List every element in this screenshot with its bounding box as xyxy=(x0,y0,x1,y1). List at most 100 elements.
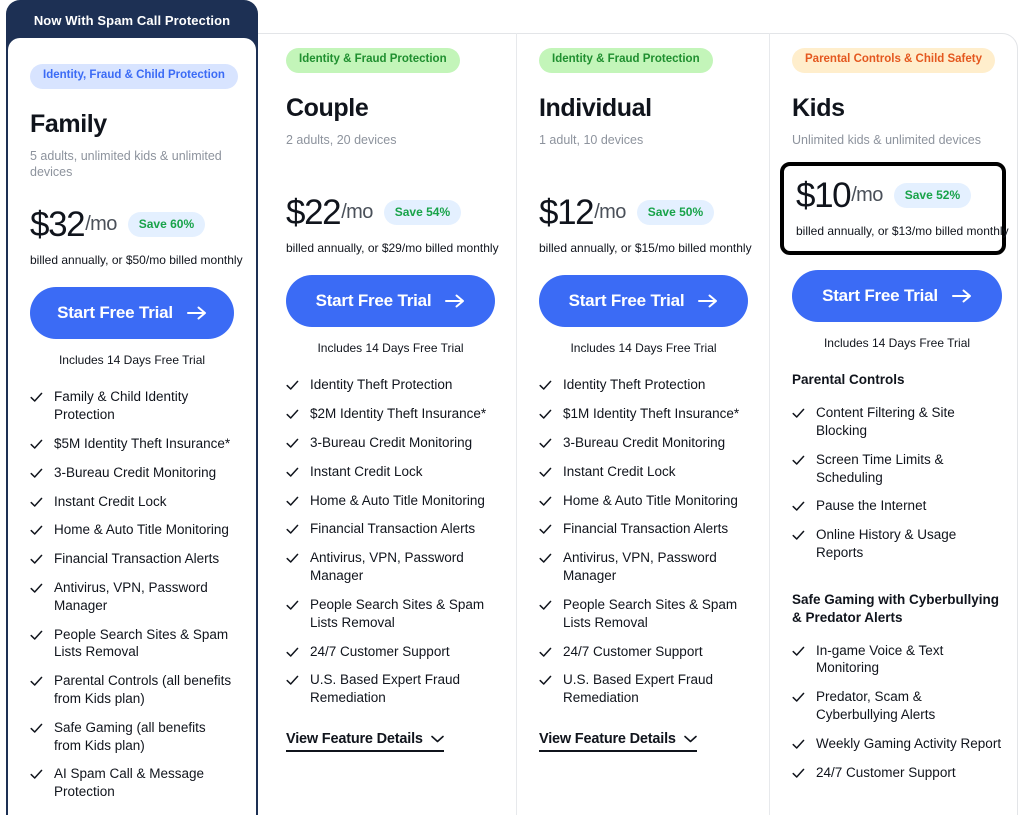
plan-name-couple: Couple xyxy=(286,93,369,122)
feature-item: Weekly Gaming Activity Report xyxy=(792,735,1002,753)
check-icon xyxy=(286,674,299,687)
check-icon xyxy=(286,408,299,421)
feature-label: 24/7 Customer Support xyxy=(816,764,956,780)
feature-label: People Search Sites & Spam Lists Removal xyxy=(54,626,229,660)
view-feature-details-couple[interactable]: View Feature Details xyxy=(286,731,444,752)
feature-label: Weekly Gaming Activity Report xyxy=(816,735,1002,751)
view-feature-details-individual[interactable]: View Feature Details xyxy=(539,731,697,752)
check-icon xyxy=(30,582,43,595)
feature-label: Financial Transaction Alerts xyxy=(563,521,729,537)
feature-label: People Search Sites & Spam Lists Removal xyxy=(563,596,738,630)
plan-column-family: Now With Spam Call Protection Identity, … xyxy=(0,0,264,815)
feature-section-heading: Parental Controls xyxy=(792,372,905,388)
feature-item: Financial Transaction Alerts xyxy=(30,550,234,568)
feature-label: $5M Identity Theft Insurance* xyxy=(54,435,231,451)
check-icon xyxy=(792,738,805,751)
feature-item: Safe Gaming (all benefits from Kids plan… xyxy=(30,719,234,755)
check-icon xyxy=(30,768,43,781)
feature-item: People Search Sites & Spam Lists Removal xyxy=(286,596,495,632)
check-icon xyxy=(539,599,552,612)
start-free-trial-button-family[interactable]: Start Free Trial xyxy=(30,287,234,340)
check-icon xyxy=(30,629,43,642)
check-icon xyxy=(792,529,805,542)
check-icon xyxy=(539,552,552,565)
plan-subtitle-couple: 2 adults, 20 devices xyxy=(286,132,397,147)
arrow-right-icon xyxy=(445,294,465,308)
billed-note-kids: billed annually, or $13/mo billed monthl… xyxy=(796,224,1009,239)
feature-item: 3-Bureau Credit Monitoring xyxy=(286,434,495,452)
feature-item: 3-Bureau Credit Monitoring xyxy=(30,464,234,482)
feature-label: Antivirus, VPN, Password Manager xyxy=(310,550,464,584)
plan-columns: Now With Spam Call Protection Identity, … xyxy=(0,0,1024,815)
feature-item: People Search Sites & Spam Lists Removal xyxy=(539,596,748,632)
feature-label: Antivirus, VPN, Password Manager xyxy=(563,550,717,584)
save-badge-kids: Save 52% xyxy=(893,183,972,209)
plan-name-kids: Kids xyxy=(792,93,845,122)
feature-label: Antivirus, VPN, Password Manager xyxy=(54,579,208,613)
price-block-kids[interactable]: $10 /mo Save 52% billed annually, or $13… xyxy=(780,162,1009,256)
check-icon xyxy=(30,524,43,537)
feature-label: Financial Transaction Alerts xyxy=(310,521,476,537)
feature-label: Safe Gaming (all benefits from Kids plan… xyxy=(54,719,206,753)
feature-label: $1M Identity Theft Insurance* xyxy=(563,406,740,422)
feature-item: 3-Bureau Credit Monitoring xyxy=(539,434,748,452)
cta-label: Start Free Trial xyxy=(57,303,173,323)
plan-column-individual: Identity & Fraud Protection Individual 1… xyxy=(517,0,770,815)
plan-subtitle-individual: 1 adult, 10 devices xyxy=(539,132,644,147)
plan-card-family[interactable]: Now With Spam Call Protection Identity, … xyxy=(6,0,258,815)
feature-label: Content Filtering & Site Blocking xyxy=(816,405,955,438)
check-icon xyxy=(286,646,299,659)
check-icon xyxy=(30,467,43,480)
start-free-trial-button-couple[interactable]: Start Free Trial xyxy=(286,275,495,328)
feature-item: Pause the Internet xyxy=(792,497,1002,515)
check-icon xyxy=(539,466,552,479)
price-amount-individual: $12 xyxy=(539,193,595,233)
plan-subtitle-family: 5 adults, unlimited kids & unlimited dev… xyxy=(30,148,222,180)
check-icon xyxy=(286,379,299,392)
plan-name-family: Family xyxy=(30,109,107,138)
feature-label: Pause the Internet xyxy=(816,498,927,514)
trial-note-family: Includes 14 Days Free Trial xyxy=(58,353,206,368)
check-icon xyxy=(286,466,299,479)
feature-label: In-game Voice & Text Monitoring xyxy=(816,642,944,676)
save-badge-family: Save 60% xyxy=(127,212,206,238)
check-icon xyxy=(539,674,552,687)
feature-label: Financial Transaction Alerts xyxy=(54,551,220,567)
feature-item: Parental Controls (all benefits from Kid… xyxy=(30,672,234,708)
feature-item: $5M Identity Theft Insurance* xyxy=(30,435,234,453)
feature-item: Instant Credit Lock xyxy=(539,463,748,481)
start-free-trial-button-kids[interactable]: Start Free Trial xyxy=(792,270,1002,323)
feature-item: Screen Time Limits & Scheduling xyxy=(792,451,1002,487)
start-free-trial-button-individual[interactable]: Start Free Trial xyxy=(539,275,748,328)
check-icon xyxy=(792,500,805,513)
check-icon xyxy=(539,646,552,659)
plan-badge-couple: Identity & Fraud Protection xyxy=(286,48,460,73)
feature-label: Screen Time Limits & Scheduling xyxy=(816,451,944,485)
check-icon xyxy=(30,438,43,451)
feature-list-individual: Identity Theft Protection $1M Identity Th… xyxy=(539,376,748,707)
feature-label: People Search Sites & Spam Lists Removal xyxy=(310,596,485,630)
chevron-down-icon xyxy=(430,735,444,743)
check-icon xyxy=(792,407,805,420)
save-badge-individual: Save 50% xyxy=(636,200,715,226)
price-row-kids: $10 /mo Save 52% xyxy=(796,178,990,213)
arrow-right-icon xyxy=(186,306,206,320)
trial-note-individual: Includes 14 Days Free Trial xyxy=(570,341,717,356)
plan-badge-kids: Parental Controls & Child Safety xyxy=(792,48,996,73)
check-icon xyxy=(792,767,805,780)
feature-item: Identity Theft Protection xyxy=(286,376,495,394)
feature-item: Home & Auto Title Monitoring xyxy=(539,492,748,510)
trial-note-couple: Includes 14 Days Free Trial xyxy=(317,341,464,356)
chevron-down-icon xyxy=(683,735,697,743)
plan-badge-individual: Identity & Fraud Protection xyxy=(539,48,713,73)
feature-label: Instant Credit Lock xyxy=(310,463,423,479)
save-badge-couple: Save 54% xyxy=(383,200,462,226)
check-icon xyxy=(30,722,43,735)
plan-subtitle-kids: Unlimited kids & unlimited devices xyxy=(792,132,981,147)
feature-item: $1M Identity Theft Insurance* xyxy=(539,405,748,423)
feature-label: Identity Theft Protection xyxy=(563,377,706,393)
cta-label: Start Free Trial xyxy=(568,291,685,311)
price-unit-couple: /mo xyxy=(341,201,373,224)
view-feature-details-label: View Feature Details xyxy=(539,730,676,747)
